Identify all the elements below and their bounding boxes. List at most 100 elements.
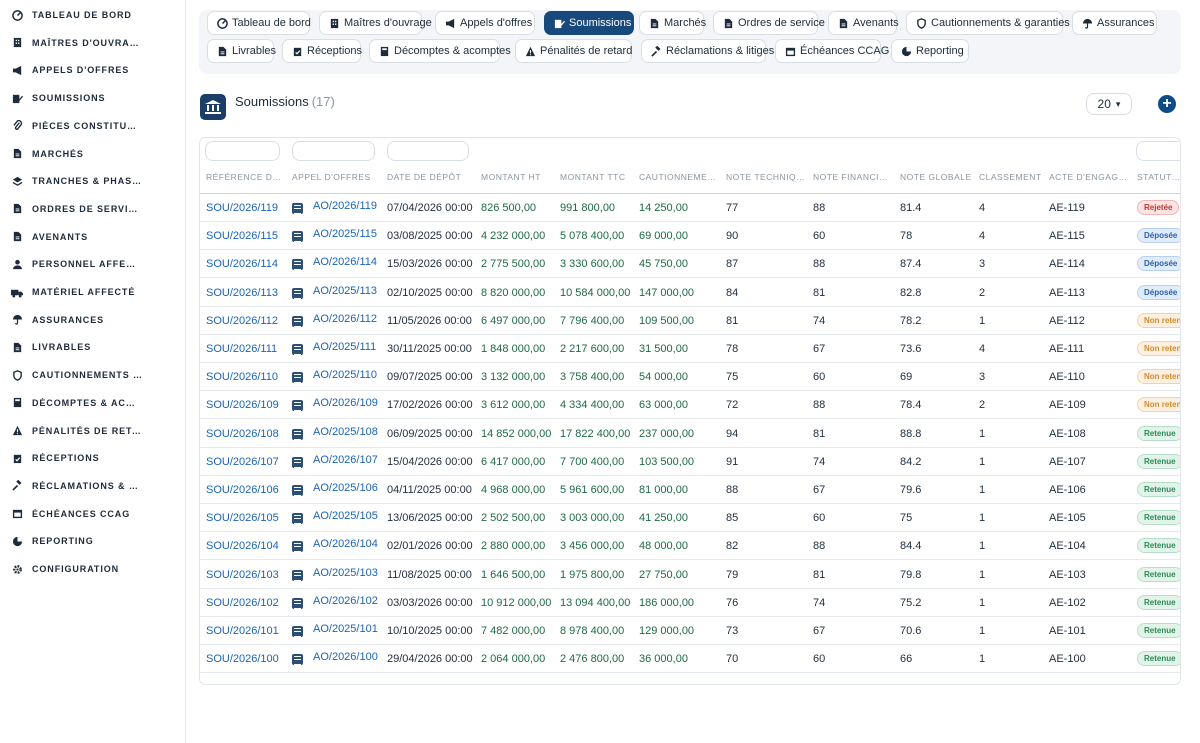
tender-link[interactable]: AO/2025/111	[313, 341, 376, 353]
table-row[interactable]: SOU/2026/109 AO/2026/109 17/02/2026 00:00 3…	[200, 391, 1180, 420]
filter-date-input[interactable]	[387, 141, 469, 161]
tab-marches[interactable]: Marchés	[639, 11, 706, 35]
submission-link[interactable]: SOU/2026/106	[206, 484, 279, 496]
tender-link[interactable]: AO/2025/110	[313, 369, 377, 381]
column-header[interactable]: Appel d'offres	[292, 172, 382, 182]
tab-soumissions[interactable]: Soumissions	[544, 11, 634, 35]
tender-link[interactable]: AO/2026/119	[313, 200, 377, 212]
column-header[interactable]: Note technique	[726, 172, 806, 182]
tender-link[interactable]: AO/2025/115	[313, 228, 377, 240]
sidebar-item-personnel-affecte[interactable]: Personnel affecté	[0, 253, 186, 275]
sidebar-item-soumissions[interactable]: Soumissions	[0, 87, 186, 109]
sidebar-item-configuration[interactable]: Configuration	[0, 558, 186, 580]
tender-link[interactable]: AO/2025/103	[313, 567, 378, 579]
tender-link[interactable]: AO/2026/100	[313, 651, 378, 663]
filter-reference-input[interactable]	[205, 141, 280, 161]
column-header[interactable]: Date de dépôt	[387, 172, 477, 182]
tender-link[interactable]: AO/2026/112	[313, 313, 377, 325]
sidebar-item-pieces-constitutives[interactable]: Pièces constitutives	[0, 115, 186, 137]
tender-link[interactable]: AO/2025/106	[313, 482, 378, 494]
submission-link[interactable]: SOU/2026/109	[206, 399, 279, 411]
filter-statut-input[interactable]	[1136, 141, 1180, 161]
sidebar-item-maitres-d-ouvrage[interactable]: Maîtres d'ouvrage	[0, 32, 186, 54]
sidebar-item-livrables[interactable]: Livrables	[0, 336, 186, 358]
submission-link[interactable]: SOU/2026/107	[206, 456, 279, 468]
sidebar-item-cautionnements-garanties[interactable]: Cautionnements & garanties	[0, 364, 186, 386]
tab-tableau-de-bord[interactable]: Tableau de bord	[207, 11, 311, 35]
column-header[interactable]: Montant TTC	[560, 172, 635, 182]
submission-link[interactable]: SOU/2026/100	[206, 653, 279, 665]
sidebar-item-reporting[interactable]: Reporting	[0, 530, 186, 552]
table-row[interactable]: SOU/2026/115 AO/2025/115 03/08/2025 00:00 4…	[200, 222, 1180, 251]
submission-link[interactable]: SOU/2026/104	[206, 540, 279, 552]
submission-link[interactable]: SOU/2026/108	[206, 428, 279, 440]
tab-appels-d-offres[interactable]: Appels d'offres	[435, 11, 535, 35]
tender-link[interactable]: AO/2025/101	[313, 623, 378, 635]
sidebar-item-marches[interactable]: Marchés	[0, 143, 186, 165]
table-row[interactable]: SOU/2026/101 AO/2025/101 10/10/2025 00:00 7…	[200, 617, 1180, 645]
tab-reporting[interactable]: Reporting	[891, 39, 969, 63]
column-header[interactable]: Acte d'engagement	[1049, 172, 1129, 182]
tender-link[interactable]: AO/2025/113	[313, 285, 377, 297]
table-row[interactable]: SOU/2026/112 AO/2026/112 11/05/2026 00:00 6…	[200, 307, 1180, 335]
tab-cautionnements-garanties[interactable]: Cautionnements & garanties	[906, 11, 1070, 35]
submission-link[interactable]: SOU/2026/119	[206, 202, 278, 214]
column-header[interactable]: Classement	[979, 172, 1044, 182]
submission-link[interactable]: SOU/2026/114	[206, 258, 278, 270]
column-header[interactable]: Référence de soumission	[206, 172, 286, 182]
tab-echeances-ccag[interactable]: Échéances CCAG	[775, 39, 889, 63]
tender-link[interactable]: AO/2026/104	[313, 538, 378, 550]
add-button[interactable]: +	[1158, 95, 1176, 113]
tender-link[interactable]: AO/2026/114	[313, 256, 377, 268]
table-row[interactable]: SOU/2026/100 AO/2026/100 29/04/2026 00:00 2…	[200, 645, 1180, 674]
submission-link[interactable]: SOU/2026/105	[206, 512, 279, 524]
table-row[interactable]: SOU/2026/119 AO/2026/119 07/04/2026 00:00 8…	[200, 194, 1180, 222]
sidebar-item-reclamations-litiges[interactable]: Réclamations & litiges	[0, 475, 186, 497]
column-header[interactable]: Note financière	[813, 172, 893, 182]
sidebar-item-penalites-de-retard[interactable]: Pénalités de retard	[0, 420, 186, 442]
table-row[interactable]: SOU/2026/105 AO/2025/105 13/06/2025 00:00 2…	[200, 504, 1180, 533]
table-row[interactable]: SOU/2026/108 AO/2025/108 06/09/2025 00:00 1…	[200, 420, 1180, 448]
filter-appel-offres-input[interactable]	[292, 141, 375, 161]
sidebar-item-appels-d-offres[interactable]: Appels d'offres	[0, 59, 186, 81]
tender-link[interactable]: AO/2026/102	[313, 595, 378, 607]
table-row[interactable]: SOU/2026/111 AO/2025/111 30/11/2025 00:00 1…	[200, 335, 1180, 363]
table-row[interactable]: SOU/2026/104 AO/2026/104 02/01/2026 00:00 2…	[200, 532, 1180, 561]
sidebar-item-echeances-ccag[interactable]: Échéances CCAG	[0, 503, 186, 525]
sidebar-item-decomptes-acomptes[interactable]: Décomptes & acomptes	[0, 392, 186, 414]
submission-link[interactable]: SOU/2026/111	[206, 343, 277, 355]
sidebar-item-avenants[interactable]: Avenants	[0, 226, 186, 248]
tab-avenants[interactable]: Avenants	[828, 11, 899, 35]
column-header[interactable]: Note globale	[900, 172, 975, 182]
tender-link[interactable]: AO/2026/107	[313, 454, 378, 466]
table-row[interactable]: SOU/2026/113 AO/2025/113 02/10/2025 00:00 8…	[200, 279, 1180, 307]
tab-assurances[interactable]: Assurances	[1072, 11, 1157, 35]
sidebar-item-receptions[interactable]: Réceptions	[0, 447, 186, 469]
submission-link[interactable]: SOU/2026/103	[206, 569, 279, 581]
table-row[interactable]: SOU/2026/107 AO/2026/107 15/04/2026 00:00 6…	[200, 448, 1180, 476]
tender-link[interactable]: AO/2026/109	[313, 397, 378, 409]
table-row[interactable]: SOU/2026/106 AO/2025/106 04/11/2025 00:00 4…	[200, 476, 1180, 504]
tab-decomptes-acomptes[interactable]: Décomptes & acomptes	[369, 39, 511, 63]
sidebar-item-tranches-phases[interactable]: Tranches & phases	[0, 170, 186, 192]
tab-ordres-de-service[interactable]: Ordres de service	[713, 11, 825, 35]
tender-link[interactable]: AO/2025/105	[313, 510, 378, 522]
column-header[interactable]: Statut de la soumission	[1137, 172, 1180, 182]
submission-link[interactable]: SOU/2026/113	[206, 287, 278, 299]
column-header[interactable]: Montant HT	[481, 172, 556, 182]
column-header[interactable]: Cautionnement	[639, 172, 719, 182]
tab-receptions[interactable]: Réceptions	[282, 39, 362, 63]
tab-reclamations-litiges[interactable]: Réclamations & litiges	[641, 39, 774, 63]
tender-link[interactable]: AO/2025/108	[313, 426, 378, 438]
sidebar-item-tableau-de-bord[interactable]: Tableau de bord	[0, 4, 186, 26]
table-row[interactable]: SOU/2026/114 AO/2026/114 15/03/2026 00:00 2…	[200, 250, 1180, 279]
submission-link[interactable]: SOU/2026/110	[206, 371, 278, 383]
submission-link[interactable]: SOU/2026/115	[206, 230, 278, 242]
tab-maitres-d-ouvrage[interactable]: Maîtres d'ouvrage	[319, 11, 432, 35]
submission-link[interactable]: SOU/2026/102	[206, 597, 279, 609]
tab-livrables[interactable]: Livrables	[207, 39, 276, 63]
table-row[interactable]: SOU/2026/110 AO/2025/110 09/07/2025 00:00 3…	[200, 363, 1180, 392]
per-page-select[interactable]: 20 ▾	[1086, 93, 1132, 115]
submission-link[interactable]: SOU/2026/101	[206, 625, 279, 637]
table-row[interactable]: SOU/2026/102 AO/2026/102 03/03/2026 00:00 1…	[200, 589, 1180, 617]
